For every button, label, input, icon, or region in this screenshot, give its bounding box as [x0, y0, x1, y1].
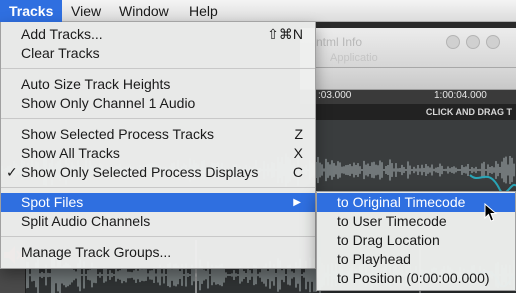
- menu-tracks[interactable]: Tracks: [0, 0, 63, 22]
- ruler-tick-label: :03.000: [318, 90, 352, 101]
- menu-separator: [1, 187, 315, 188]
- menu-item-show-selected-process-tracks[interactable]: Show Selected Process Tracks Z: [1, 125, 315, 144]
- menu-separator: [1, 118, 315, 119]
- menu-item-split-audio-channels[interactable]: Split Audio Channels: [1, 212, 315, 231]
- submenu-arrow-icon: ▶: [293, 197, 301, 208]
- submenu-item-drag-location[interactable]: to Drag Location: [317, 231, 515, 250]
- menu-item-label: Split Audio Channels: [21, 213, 151, 229]
- background-window-title: ntml Info: [316, 35, 363, 49]
- menu-item-add-tracks[interactable]: Add Tracks... ⇧⌘N: [1, 25, 315, 44]
- menu-item-label: Spot Files: [21, 194, 84, 210]
- submenu-item-playhead[interactable]: to Playhead: [317, 250, 515, 269]
- timeline-ruler[interactable]: :03.000 1:00:04.000: [300, 90, 516, 104]
- menu-item-auto-size[interactable]: Auto Size Track Heights: [1, 75, 315, 94]
- background-toolbar: [300, 68, 516, 90]
- menu-help[interactable]: Help: [180, 0, 227, 22]
- menu-view[interactable]: View: [62, 0, 110, 22]
- menu-item-label: Show Selected Process Tracks: [21, 126, 214, 142]
- menu-separator: [1, 236, 315, 237]
- menu-item-shortcut: C: [292, 164, 303, 180]
- menu-item-spot-files[interactable]: Spot Files ▶: [1, 193, 315, 212]
- window-button-icon[interactable]: [466, 35, 480, 49]
- tracks-menu: Add Tracks... ⇧⌘N Clear Tracks Auto Size…: [0, 22, 316, 269]
- checkmark-icon: ✓: [6, 164, 18, 180]
- mouse-pointer-icon: [484, 203, 498, 222]
- menu-item-label: Auto Size Track Heights: [21, 76, 171, 92]
- menu-item-manage-track-groups[interactable]: Manage Track Groups...: [1, 243, 315, 262]
- menu-item-show-channel-1[interactable]: Show Only Channel 1 Audio: [1, 94, 315, 113]
- menu-item-label: Add Tracks...: [21, 26, 103, 42]
- drag-hint-text: CLICK AND DRAG T: [425, 107, 512, 117]
- menu-item-label: Show Only Channel 1 Audio: [21, 95, 196, 111]
- menu-item-shortcut: ⇧⌘N: [267, 26, 303, 42]
- menu-item-shortcut: Z: [294, 126, 303, 142]
- menu-item-label: Show All Tracks: [21, 145, 120, 161]
- window-button-icon[interactable]: [486, 35, 500, 49]
- menu-item-show-only-selected-process-displays[interactable]: ✓ Show Only Selected Process Displays C: [1, 163, 315, 182]
- drag-hint-bar: CLICK AND DRAG T: [300, 104, 516, 120]
- menu-separator: [1, 68, 315, 69]
- window-button-icon[interactable]: [446, 35, 460, 49]
- menu-item-shortcut: X: [293, 145, 303, 161]
- menu-window[interactable]: Window: [110, 0, 178, 22]
- menu-bar: Tracks View Window Help: [0, 0, 516, 22]
- background-window-subtitle: Applicatio: [330, 52, 378, 64]
- submenu-item-position[interactable]: to Position (0:00:00.000): [317, 269, 515, 288]
- menu-item-show-all-tracks[interactable]: Show All Tracks X: [1, 144, 315, 163]
- menu-item-label: Manage Track Groups...: [21, 244, 172, 260]
- ruler-tick-label: 1:00:04.000: [434, 90, 487, 101]
- menu-item-label: Show Only Selected Process Displays: [21, 164, 259, 180]
- menu-item-clear-tracks[interactable]: Clear Tracks: [1, 44, 315, 63]
- menu-item-label: Clear Tracks: [21, 45, 100, 61]
